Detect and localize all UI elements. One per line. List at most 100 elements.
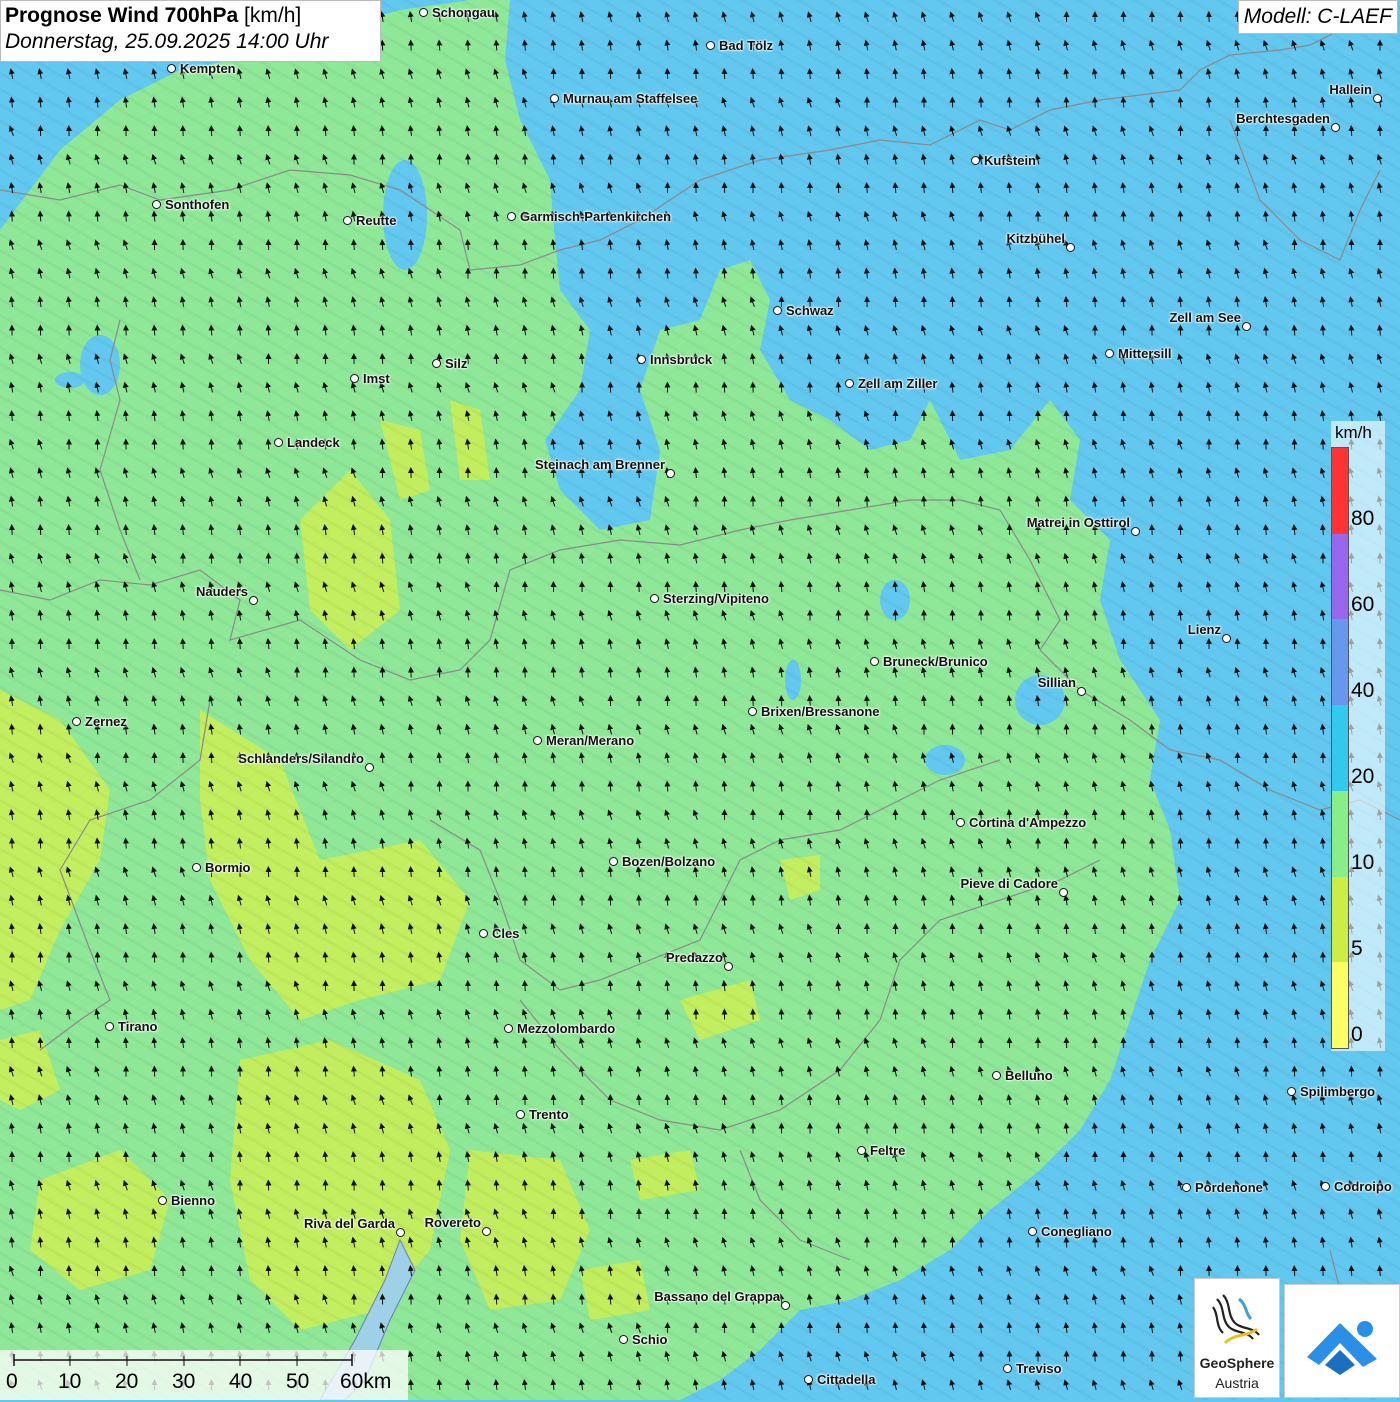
city-marker-icon [350,374,359,383]
wind-arrow [1294,328,1295,336]
wind-arrow [1323,328,1324,336]
scale-label: 50 [286,1370,309,1394]
geosphere-emblem-icon [1195,1285,1279,1355]
wind-arrow [183,1154,184,1162]
wind-arrow [1095,1240,1096,1248]
legend-segment [1332,791,1348,877]
wind-arrow [610,784,611,792]
wind-arrow [211,328,212,336]
wind-arrow [297,128,298,136]
map-title: Prognose Wind 700hPa [km/h] [5,4,376,28]
city-label: Treviso [1016,1361,1062,1376]
wind-arrow [952,499,953,507]
wind-arrow [952,812,953,820]
wind-arrow [1209,214,1210,222]
wind-arrow [1294,841,1295,849]
city-label: Murnau am Staffelsee [563,91,697,106]
city-marker-icon [1373,94,1382,103]
city-marker-icon [1077,687,1086,696]
city-label: Feltre [870,1143,905,1158]
city-marker-icon [773,306,782,315]
wind-arrow [354,242,355,250]
wind-arrow [354,1069,355,1077]
wind-arrow [154,841,155,849]
city-marker-icon [432,359,441,368]
wind-arrow [12,727,13,735]
city-marker-icon [619,1335,628,1344]
wind-arrow [1123,727,1124,735]
city-marker-icon [992,1071,1001,1080]
city-label: Predazzo [666,950,723,965]
wind-arrow [553,983,554,991]
wind-arrow [781,71,782,79]
wind-arrow [496,43,497,51]
wind-arrow [981,299,982,307]
city-marker-icon [956,818,965,827]
city-marker-icon [666,469,675,478]
city-marker-icon [396,1228,405,1237]
city-marker-icon [971,156,980,165]
city-marker-icon [1242,322,1251,331]
city-label: Zell am Ziller [858,376,937,391]
wind-arrow [525,356,526,364]
wind-arrow [40,1040,41,1048]
city-marker-icon [152,200,161,209]
legend-tick-label: 60 [1351,593,1374,617]
city-label: Rovereto [425,1215,481,1230]
wind-arrow [411,1382,412,1390]
app-logo-icon [1285,1285,1399,1397]
legend-segment [1332,705,1348,791]
wind-arrow [154,328,155,336]
wind-arrow [753,898,754,906]
city-marker-icon [72,717,81,726]
legend-tick-label: 20 [1351,765,1374,789]
city-label: Mezzolombardo [517,1021,615,1036]
wind-arrow [867,1012,868,1020]
city-label: Kempten [180,61,236,76]
city-label: Landeck [287,435,340,450]
wind-arrow [468,43,469,51]
wind-arrow [724,271,725,279]
wind-arrow [211,955,212,963]
wind-arrow [268,1268,269,1276]
wind-arrow [1180,1354,1181,1362]
wind-arrow [211,641,212,649]
wind-arrow [810,385,811,393]
city-label: Garmisch-Partenkirchen [520,209,671,224]
city-marker-icon [1003,1364,1012,1373]
legend-tick-label: 80 [1351,507,1374,531]
wind-arrow [69,1040,70,1048]
city-marker-icon [249,596,258,605]
wind-arrow [924,1325,925,1333]
city-label: Sterzing/Vipiteno [663,591,769,606]
wind-arrow [781,898,782,906]
wind-arrow [1237,214,1238,222]
wind-arrow [1038,926,1039,934]
forecast-datetime: Donnerstag, 25.09.2025 14:00 Uhr [5,30,376,54]
wind-arrow [1380,1268,1381,1276]
city-marker-icon [482,1227,491,1236]
geosphere-name: GeoSphere [1195,1355,1279,1371]
city-marker-icon [845,379,854,388]
wind-arrow [268,128,269,136]
city-marker-icon [516,1110,525,1119]
city-marker-icon [479,929,488,938]
geosphere-logo: GeoSphere Austria [1194,1278,1280,1398]
legend-segment [1332,448,1348,534]
wind-arrow [753,71,754,79]
wind-arrow [496,670,497,678]
scale-bar: 0102030405060km [0,1350,408,1400]
city-marker-icon [1321,1182,1330,1191]
wind-arrow [639,784,640,792]
wind-arrow [240,641,241,649]
wind-arrow [1152,727,1153,735]
scale-label: 30 [172,1370,195,1394]
city-marker-icon [1182,1183,1191,1192]
city-label: Schongau [432,5,495,20]
title-box: Prognose Wind 700hPa [km/h] Donnerstag, … [0,0,381,62]
wind-arrow [582,983,583,991]
city-label: Trento [529,1107,569,1122]
wind-arrow [553,157,554,165]
wind-arrow [496,356,497,364]
city-marker-icon [343,216,352,225]
